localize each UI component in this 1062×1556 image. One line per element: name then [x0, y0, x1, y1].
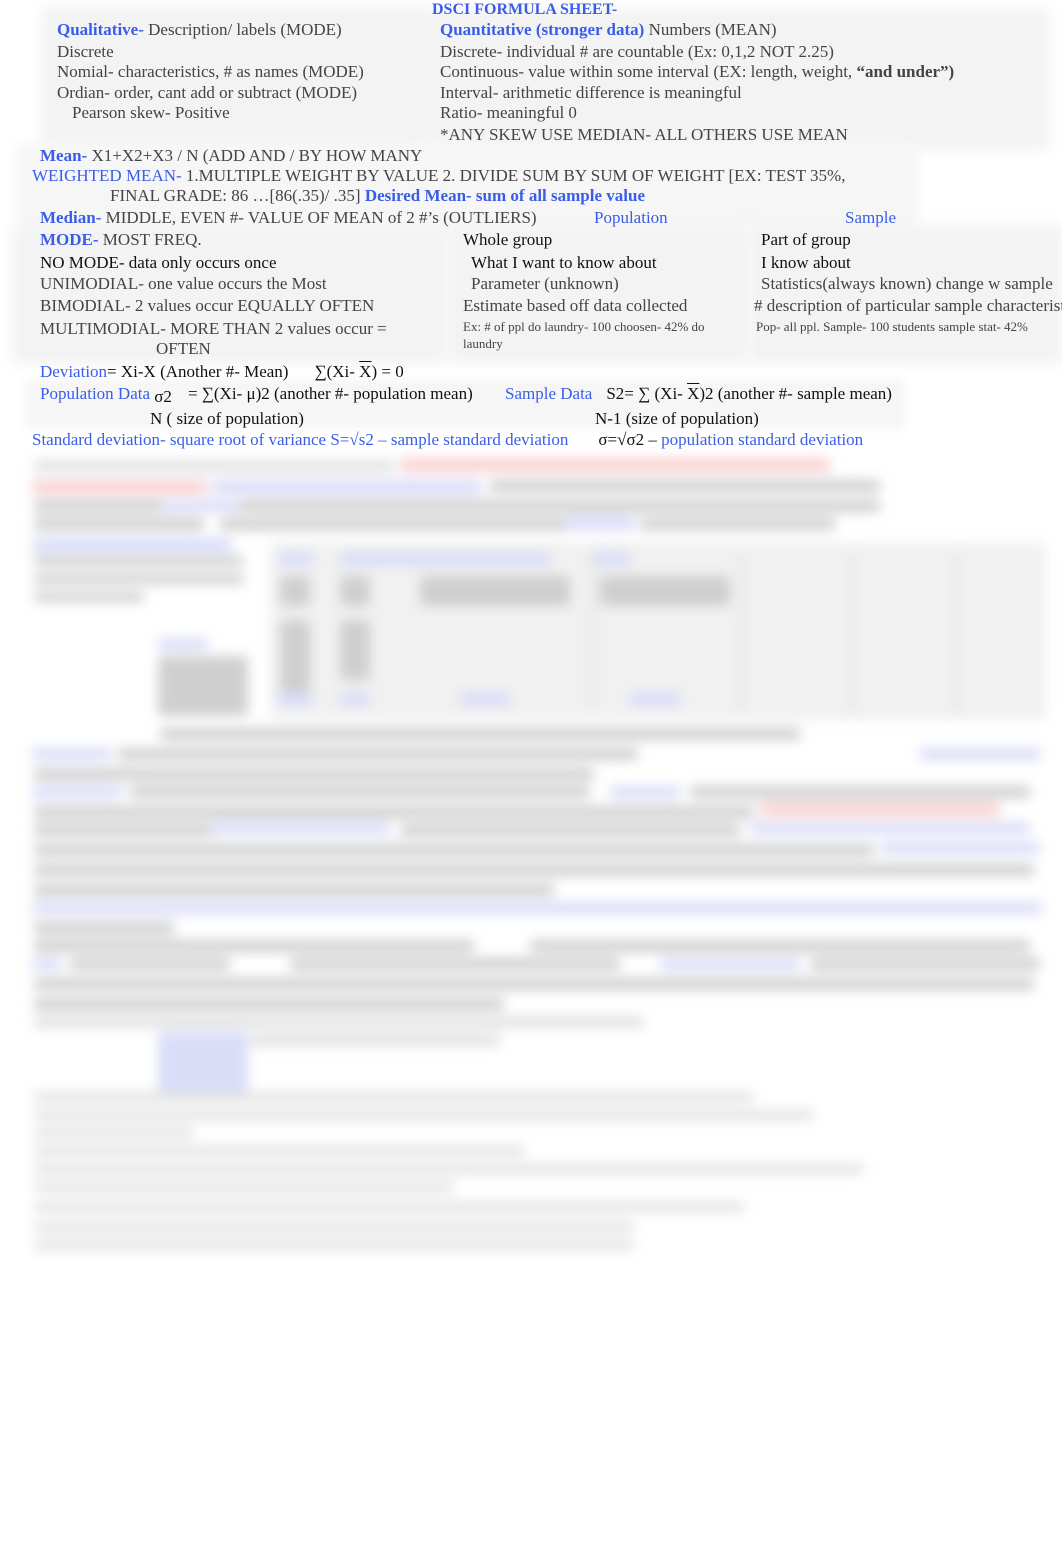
mode-item: MULTIMODIAL- MORE THAN 2 values occur = — [40, 319, 387, 338]
mode-text: MOST FREQ. — [98, 230, 202, 249]
qualitative-desc: Description/ labels (MODE) — [143, 20, 342, 39]
deviation-label: Deviation — [40, 362, 108, 381]
sample-data-line: Sample Data S2= ∑ (Xi- X)2 (another #- sa… — [505, 384, 892, 404]
weighted-mean-line: WEIGHTED MEAN- 1.MULTIPLE WEIGHT BY VALU… — [32, 166, 845, 186]
sample-std-formula: S=√s2 – — [326, 430, 391, 449]
median-label: Median- — [40, 208, 102, 227]
mode-label: MODE- — [40, 230, 99, 249]
population-std-formula: σ=√σ2 – — [598, 430, 662, 449]
qualitative-label: Qualitative- — [57, 20, 144, 39]
deviation-text: = Xi-X (Another #- Mean) — [107, 362, 289, 381]
population-variance-formula-end: )2 (another #- population mean) — [255, 384, 473, 403]
sample-variance-formula: S2= ∑ (Xi- — [606, 384, 688, 403]
quantitative-line: Discrete- individual # are countable (Ex… — [440, 42, 834, 61]
blurred-content — [0, 452, 1062, 1272]
mode-item: UNIMODIAL- one value occurs the Most — [40, 274, 327, 293]
mean-label: Mean- — [40, 146, 88, 165]
quantitative-line: Interval- arithmetic difference is meani… — [440, 83, 742, 102]
population-heading: Population — [594, 208, 668, 227]
x-bar-symbol: X — [687, 384, 700, 403]
quantitative-label: Quantitative (stronger data) — [440, 20, 645, 39]
population-data-line: Population Data σ2 = ∑(Xi- μ)2 (another #… — [40, 384, 473, 406]
page-title: DSCI FORMULA SHEET- — [432, 1, 618, 18]
sample-heading: Sample — [845, 208, 896, 227]
sample-panel — [756, 232, 1056, 356]
sample-example: Pop- all ppl. Sample- 100 students sampl… — [756, 319, 1028, 334]
sample-item: Part of group — [761, 230, 851, 249]
weighted-mean-text: 1.MULTIPLE WEIGHT BY VALUE 2. DIVIDE SUM… — [181, 166, 846, 185]
deviation-formula: ∑(Xi- — [314, 362, 360, 381]
sigma-squared-symbol: σ2 — [154, 387, 172, 406]
population-variance-formula: = ∑(Xi- — [187, 384, 247, 403]
quantitative-desc: Numbers (MEAN) — [644, 20, 777, 39]
weighted-mean-line-2: FINAL GRADE: 86 …[86(.35)/ .35] Desired … — [110, 186, 645, 206]
mode-item: BIMODIAL- 2 values occur EQUALLY OFTEN — [40, 296, 375, 315]
desired-mean: Desired Mean- sum of all sample value — [364, 186, 645, 205]
qualitative-line: Pearson skew- Positive — [72, 103, 230, 122]
qualitative-line: Nomial- characteristics, # as names (MOD… — [57, 62, 364, 81]
sample-std-text: sample standard deviation — [390, 430, 569, 449]
std-dev-line: Standard deviation- square root of varia… — [32, 430, 863, 450]
population-item: Parameter (unknown) — [471, 274, 619, 293]
deviation-line: Deviation= Xi-X (Another #- Mean) ∑(Xi- X… — [40, 362, 404, 382]
continuous-bold-text: “and under”) — [856, 62, 955, 81]
mean-text: X1+X2+X3 / N (ADD AND / BY HOW MANY — [87, 146, 423, 165]
sample-denominator: N-1 (size of population) — [595, 409, 759, 428]
population-data-label: Population Data — [40, 384, 151, 403]
quantitative-line: *ANY SKEW USE MEDIAN- ALL OTHERS USE MEA… — [440, 125, 848, 144]
continuous-text: Continuous- value within some interval (… — [440, 62, 857, 81]
weighted-mean-label: WEIGHTED MEAN- — [32, 166, 182, 185]
std-dev-label: Standard deviation- square root of varia… — [32, 430, 327, 449]
population-example: Ex: # of ppl do laundry- 100 choosen- 42… — [463, 319, 705, 351]
median-line: Median- MIDDLE, EVEN #- VALUE OF MEAN of… — [40, 208, 537, 228]
qualitative-heading-line: Qualitative- Description/ labels (MODE) — [57, 20, 342, 40]
population-item: Estimate based off data collected — [463, 296, 688, 315]
deviation-formula-end: ) = 0 — [371, 362, 404, 381]
sample-data-label: Sample Data — [505, 384, 593, 403]
population-std-text: population standard deviation — [661, 430, 864, 449]
qualitative-line: Ordian- order, cant add or subtract (MOD… — [57, 83, 358, 102]
sample-item: I know about — [761, 253, 851, 272]
population-item: What I want to know about — [471, 253, 657, 272]
mu-symbol: μ — [246, 384, 256, 403]
sample-item: Statistics(always known) change w sample — [761, 274, 1053, 293]
quantitative-continuous-line: Continuous- value within some interval (… — [440, 62, 954, 82]
sample-variance-formula-end: )2 (another #- sample mean) — [699, 384, 892, 403]
weighted-mean-example: FINAL GRADE: 86 …[86(.35)/ .35] — [110, 186, 365, 205]
mode-item: OFTEN — [156, 339, 211, 358]
quantitative-heading-line: Quantitative (stronger data) Numbers (ME… — [440, 20, 777, 40]
quantitative-line: Ratio- meaningful 0 — [440, 103, 577, 122]
x-bar-symbol: X — [359, 362, 372, 381]
population-item: Whole group — [463, 230, 553, 249]
sample-item: # description of particular sample chara… — [754, 296, 1062, 315]
mode-line: MODE- MOST FREQ. — [40, 230, 202, 250]
median-text: MIDDLE, EVEN #- VALUE OF MEAN of 2 #’s (… — [101, 208, 537, 227]
mode-item: NO MODE- data only occurs once — [40, 253, 277, 272]
qualitative-line: Discrete — [57, 42, 114, 61]
population-denominator: N ( size of population) — [150, 409, 304, 428]
mean-line: Mean- X1+X2+X3 / N (ADD AND / BY HOW MAN… — [40, 146, 422, 166]
